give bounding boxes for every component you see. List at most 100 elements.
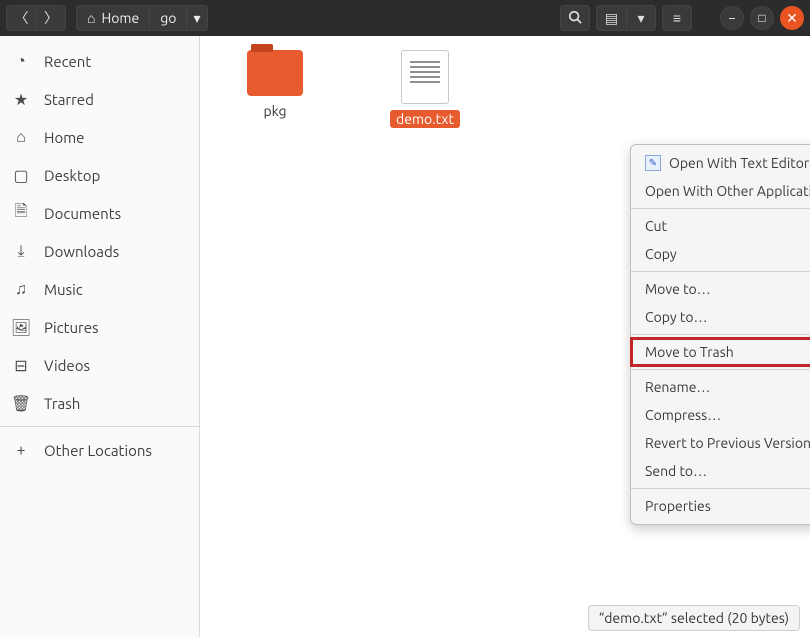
context-menu-item[interactable]: Move to TrashDelete xyxy=(631,338,810,366)
context-menu-item[interactable]: PropertiesCtrl+I xyxy=(631,492,810,520)
context-menu-separator xyxy=(631,488,810,489)
path-current-label: go xyxy=(160,10,176,26)
context-menu-label: Properties xyxy=(645,498,711,514)
folder-item[interactable]: pkg xyxy=(230,50,320,120)
sidebar-item-label: Home xyxy=(44,129,84,146)
path-home[interactable]: ⌂ Home xyxy=(76,5,150,31)
folder-icon xyxy=(247,50,303,96)
context-menu-label: Open With Text Editor xyxy=(669,155,809,171)
sidebar-item-documents[interactable]: 🗎Documents xyxy=(0,194,199,232)
sidebar-item-label: Other Locations xyxy=(44,442,152,459)
context-menu-label: Move to… xyxy=(645,281,711,297)
sidebar-item-starred[interactable]: ★ Starred xyxy=(0,80,199,118)
sidebar-item-music[interactable]: ♫ Music xyxy=(0,270,199,308)
folder-label: pkg xyxy=(257,102,292,120)
sidebar-item-label: Starred xyxy=(44,91,94,108)
context-menu-item[interactable]: ✎Open With Text EditorReturn xyxy=(631,149,810,177)
music-icon: ♫ xyxy=(12,280,30,299)
path-dropdown[interactable]: ▾ xyxy=(187,5,207,31)
sidebar-item-label: Desktop xyxy=(44,167,100,184)
documents-icon: 🗎 xyxy=(12,200,30,227)
trash-icon: 🗑 xyxy=(12,394,30,413)
sidebar-item-label: Recent xyxy=(44,53,91,70)
search-button[interactable] xyxy=(560,5,590,31)
path-bar: ⌂ Home go ▾ xyxy=(76,5,208,31)
minimize-button[interactable]: – xyxy=(720,6,744,30)
sidebar-item-label: Pictures xyxy=(44,319,99,336)
sidebar-item-label: Downloads xyxy=(44,243,119,260)
plus-icon: + xyxy=(12,441,30,459)
context-menu-item[interactable]: CutCtrl+X xyxy=(631,212,810,240)
back-button[interactable]: 〈 xyxy=(6,5,36,31)
home-icon: ⌂ xyxy=(87,10,95,26)
context-menu-item[interactable]: Copy to… xyxy=(631,303,810,331)
close-button[interactable]: ✕ xyxy=(780,6,804,30)
context-menu-item[interactable]: Move to… xyxy=(631,275,810,303)
context-menu-item[interactable]: CopyCtrl+C xyxy=(631,240,810,268)
chevron-down-icon: ▾ xyxy=(193,10,200,27)
context-menu-separator xyxy=(631,208,810,209)
file-item-selected[interactable]: demo.txt xyxy=(380,50,470,128)
sidebar-item-other-locations[interactable]: + Other Locations xyxy=(0,431,199,469)
path-home-label: Home xyxy=(101,10,139,26)
sidebar-item-downloads[interactable]: ⤓ Downloads xyxy=(0,232,199,270)
context-menu-label: Rename… xyxy=(645,379,710,395)
file-label: demo.txt xyxy=(390,110,460,128)
titlebar: 〈 〉 ⌂ Home go ▾ ▤ ▾ ≡ – □ ✕ xyxy=(0,0,810,36)
context-menu-label: Copy to… xyxy=(645,309,707,325)
sidebar-item-recent[interactable]: ◔Recent xyxy=(0,42,199,80)
hamburger-menu[interactable]: ≡ xyxy=(662,5,692,31)
sidebar-item-label: Trash xyxy=(44,395,80,412)
context-menu-separator xyxy=(631,271,810,272)
context-menu-item[interactable]: Open With Other Application xyxy=(631,177,810,205)
sidebar-item-label: Music xyxy=(44,281,83,298)
view-dropdown[interactable]: ▾ xyxy=(626,5,656,31)
context-menu: ✎Open With Text EditorReturnOpen With Ot… xyxy=(630,144,810,525)
text-editor-icon: ✎ xyxy=(645,155,661,171)
sidebar-item-label: Videos xyxy=(44,357,90,374)
context-menu-item[interactable]: Rename…F2 xyxy=(631,373,810,401)
context-menu-label: Compress… xyxy=(645,407,721,423)
search-icon xyxy=(568,10,582,27)
sidebar-separator xyxy=(0,426,199,427)
sidebar-item-pictures[interactable]: 🖼 Pictures xyxy=(0,308,199,346)
context-menu-label: Open With Other Application xyxy=(645,183,810,199)
context-menu-item[interactable]: Send to… xyxy=(631,457,810,485)
maximize-button[interactable]: □ xyxy=(750,6,774,30)
sidebar-item-videos[interactable]: ⊟ Videos xyxy=(0,346,199,384)
close-icon: ✕ xyxy=(786,10,798,27)
maximize-icon: □ xyxy=(758,11,765,25)
sidebar-item-home[interactable]: ⌂ Home xyxy=(0,118,199,156)
path-current[interactable]: go xyxy=(150,5,187,31)
context-menu-item[interactable]: Compress… xyxy=(631,401,810,429)
content-area[interactable]: pkg demo.txt ✎Open With Text EditorRetur… xyxy=(200,36,810,637)
home-icon: ⌂ xyxy=(12,128,30,147)
main-area: ◔Recent ★ Starred ⌂ Home ▢ Desktop 🗎Documen… xyxy=(0,36,810,637)
context-menu-label: Send to… xyxy=(645,463,707,479)
context-menu-item[interactable]: Revert to Previous Version… xyxy=(631,429,810,457)
list-icon: ▤ xyxy=(605,10,618,27)
view-group: ▤ ▾ xyxy=(596,5,656,31)
downloads-icon: ⤓ xyxy=(12,242,30,261)
context-menu-label: Cut xyxy=(645,218,667,234)
status-text: “demo.txt” selected (20 bytes) xyxy=(599,610,789,626)
menu-icon: ≡ xyxy=(673,10,681,26)
desktop-icon: ▢ xyxy=(12,166,30,185)
minimize-icon: – xyxy=(729,12,735,25)
status-bar: “demo.txt” selected (20 bytes) xyxy=(588,605,800,631)
context-menu-label: Move to Trash xyxy=(645,344,734,360)
context-menu-separator xyxy=(631,369,810,370)
view-list-button[interactable]: ▤ xyxy=(596,5,626,31)
context-menu-label: Revert to Previous Version… xyxy=(645,435,810,451)
sidebar: ◔Recent ★ Starred ⌂ Home ▢ Desktop 🗎Documen… xyxy=(0,36,200,637)
chevron-down-icon: ▾ xyxy=(637,10,644,27)
text-file-icon xyxy=(401,50,449,104)
nav-group: 〈 〉 xyxy=(6,5,66,31)
sidebar-item-trash[interactable]: 🗑 Trash xyxy=(0,384,199,422)
forward-button[interactable]: 〉 xyxy=(36,5,66,31)
context-menu-label: Copy xyxy=(645,246,677,262)
sidebar-item-desktop[interactable]: ▢ Desktop xyxy=(0,156,199,194)
pictures-icon: 🖼 xyxy=(12,318,30,337)
star-icon: ★ xyxy=(12,90,30,109)
videos-icon: ⊟ xyxy=(12,356,30,375)
